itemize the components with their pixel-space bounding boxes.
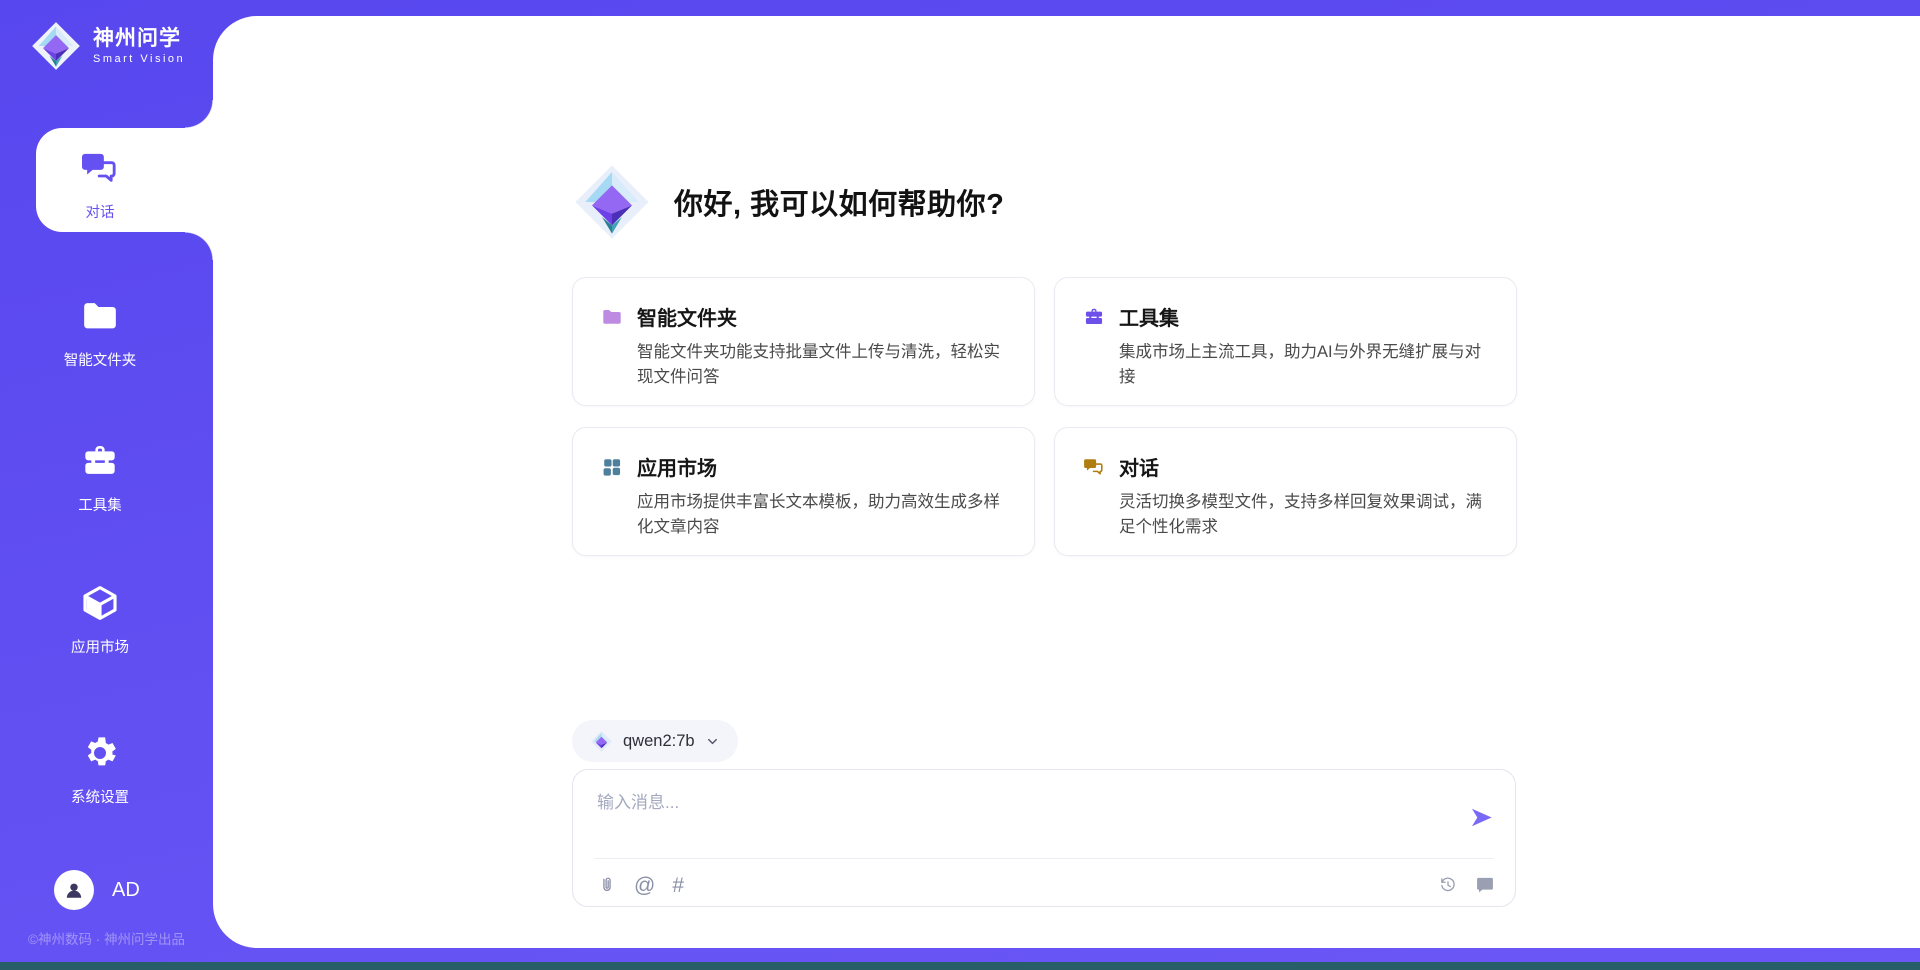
sidebar: 神州问学 Smart Vision 对话 智能文件夹 工具集 — [0, 0, 213, 970]
sidebar-item-settings[interactable]: 系统设置 — [0, 733, 200, 807]
paperclip-icon — [597, 875, 617, 895]
main-content-panel: 你好, 我可以如何帮助你? 智能文件夹 智能文件夹功能支持批量文件上传与清洗，轻… — [213, 16, 1920, 948]
folder-icon — [80, 296, 120, 336]
card-title: 对话 — [1119, 452, 1159, 481]
send-button[interactable] — [1468, 804, 1495, 831]
cube-icon — [80, 583, 120, 623]
toolbox-icon — [80, 441, 120, 481]
sidebar-item-smart-folder[interactable]: 智能文件夹 — [0, 296, 200, 370]
message-icon — [1475, 875, 1495, 895]
card-title: 应用市场 — [637, 452, 717, 481]
avatar — [54, 870, 94, 910]
folder-icon — [601, 306, 623, 328]
greeting-block: 你好, 我可以如何帮助你? — [572, 162, 1004, 242]
grid-icon — [601, 456, 623, 478]
model-name: qwen2:7b — [623, 732, 695, 751]
brand-logo-icon — [30, 20, 82, 72]
topic-button[interactable]: # — [672, 875, 684, 896]
user-initials: AD — [112, 879, 140, 902]
sidebar-item-app-market[interactable]: 应用市场 — [0, 583, 200, 657]
card-chat[interactable]: 对话 灵活切换多模型文件，支持多样回复效果调试，满足个性化需求 — [1054, 427, 1517, 556]
app-logo-icon — [572, 162, 652, 242]
message-composer: @ # — [572, 769, 1516, 907]
at-icon: @ — [634, 875, 655, 896]
mention-button[interactable]: @ — [634, 875, 655, 896]
hash-icon: # — [672, 875, 684, 896]
conversations-button[interactable] — [1475, 875, 1495, 895]
sidebar-item-chat[interactable]: 对话 — [0, 148, 200, 222]
sidebar-item-label: 应用市场 — [0, 636, 200, 657]
sidebar-item-label: 智能文件夹 — [0, 349, 200, 370]
greeting-title: 你好, 我可以如何帮助你? — [674, 181, 1004, 223]
brand: 神州问学 Smart Vision — [30, 20, 185, 72]
composer-divider — [595, 858, 1493, 859]
card-app-market[interactable]: 应用市场 应用市场提供丰富长文本模板，助力高效生成多样化文章内容 — [572, 427, 1035, 556]
send-icon — [1468, 804, 1495, 831]
history-icon — [1438, 875, 1458, 895]
composer-toolbar: @ # — [597, 869, 1495, 901]
sidebar-item-label: 工具集 — [0, 494, 200, 515]
sidebar-item-label: 系统设置 — [0, 786, 200, 807]
card-description: 集成市场上主流工具，助力AI与外界无缝扩展与对接 — [1119, 340, 1488, 390]
attach-file-button[interactable] — [597, 875, 617, 895]
message-input[interactable] — [597, 788, 1447, 846]
card-toolset[interactable]: 工具集 集成市场上主流工具，助力AI与外界无缝扩展与对接 — [1054, 277, 1517, 406]
chat-icon — [80, 148, 120, 188]
history-button[interactable] — [1438, 875, 1458, 895]
toolbox-icon — [1083, 306, 1105, 328]
bottom-edge-strip — [0, 962, 1920, 970]
user-account[interactable]: AD — [54, 870, 140, 910]
gear-icon — [80, 733, 120, 773]
card-smart-folder[interactable]: 智能文件夹 智能文件夹功能支持批量文件上传与清洗，轻松实现文件问答 — [572, 277, 1035, 406]
chevron-down-icon — [705, 734, 720, 749]
sidebar-item-toolset[interactable]: 工具集 — [0, 441, 200, 515]
card-title: 智能文件夹 — [637, 302, 737, 331]
chat-icon — [1083, 456, 1105, 478]
brand-name: 神州问学 — [93, 27, 185, 50]
sidebar-item-label: 对话 — [0, 201, 200, 222]
card-title: 工具集 — [1119, 302, 1179, 331]
card-description: 智能文件夹功能支持批量文件上传与清洗，轻松实现文件问答 — [637, 340, 1006, 390]
model-selector[interactable]: qwen2:7b — [572, 720, 738, 762]
copyright-text: ©神州数码 · 神州问学出品 — [0, 928, 213, 948]
card-description: 灵活切换多模型文件，支持多样回复效果调试，满足个性化需求 — [1119, 490, 1488, 540]
card-description: 应用市场提供丰富长文本模板，助力高效生成多样化文章内容 — [637, 490, 1006, 540]
user-icon — [62, 878, 86, 902]
brand-subtitle: Smart Vision — [93, 53, 185, 65]
model-logo-icon — [590, 730, 613, 753]
